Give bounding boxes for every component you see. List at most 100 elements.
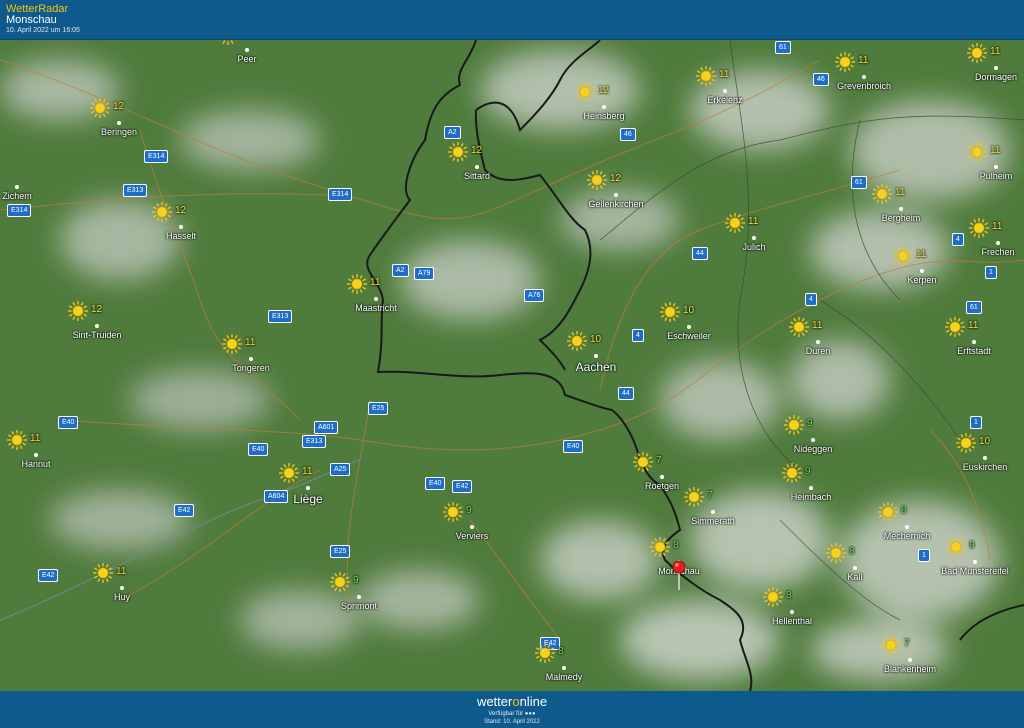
temperature-label: 8: [786, 590, 792, 601]
sun-icon: [535, 643, 555, 663]
sun-icon: [660, 302, 680, 322]
city-dot: [752, 236, 756, 240]
temperature-label: 12: [91, 304, 103, 315]
city-dot: [470, 525, 474, 529]
sun-icon: [633, 452, 653, 472]
city-dot: [357, 595, 361, 599]
city-dot: [723, 89, 727, 93]
road-badge: E40: [425, 477, 446, 490]
location-pin-icon[interactable]: [672, 560, 686, 590]
sun-icon: [725, 213, 745, 233]
sun-icon: [448, 142, 468, 162]
sun-icon: [881, 635, 901, 655]
city-name: Kerpen: [907, 275, 937, 285]
temperature-label: 11: [812, 320, 823, 331]
road-badge: 1: [985, 266, 997, 279]
sun-icon: [279, 463, 299, 483]
sun-icon: [587, 170, 607, 190]
city-dot: [972, 340, 976, 344]
sun-icon: [7, 430, 27, 450]
road-badge: 4: [952, 233, 964, 246]
temperature-label: 11: [895, 187, 906, 198]
city-name: Maastricht: [355, 303, 397, 313]
sun-icon: [969, 218, 989, 238]
road-badge: 1: [918, 549, 930, 562]
temperature-label: 10: [683, 305, 695, 316]
road-badge: A2: [392, 264, 409, 277]
city-name: Hellenthal: [771, 616, 813, 626]
city-name: Malmedy: [545, 672, 583, 682]
city-dot: [117, 121, 121, 125]
city-name: Zichem: [2, 191, 32, 201]
availability-text: Verfügbar für ●●●: [488, 711, 536, 717]
sun-icon: [956, 433, 976, 453]
city-name: Bergheim: [881, 213, 921, 223]
sun-icon: [650, 537, 670, 557]
sun-icon: [782, 463, 802, 483]
city-dot: [790, 610, 794, 614]
temperature-label: 10: [979, 436, 991, 447]
temperature-label: 11: [719, 69, 730, 80]
temperature-label: 11: [858, 55, 869, 66]
temperature-label: 11: [302, 466, 313, 477]
road-badge: E313: [302, 435, 327, 448]
city-name: Pulheim: [979, 171, 1013, 181]
temperature-label: 9: [969, 540, 975, 551]
city-name: Frechen: [981, 247, 1015, 257]
road-badge: E314: [328, 188, 353, 201]
city-dot: [374, 297, 378, 301]
temperature-label: 11: [30, 433, 41, 444]
city-dot: [34, 453, 38, 457]
road-badge: A79: [414, 267, 435, 280]
city-name: Eschweiler: [667, 331, 711, 341]
road-badge: 61: [966, 301, 982, 314]
city-name: Huy: [113, 592, 130, 602]
temperature-label: 12: [471, 145, 483, 156]
sun-icon: [789, 317, 809, 337]
platform-dots-icon: ●●●: [524, 711, 536, 717]
city-name: Duren: [805, 346, 831, 356]
city-dot: [811, 438, 815, 442]
temperature-label: 11: [990, 46, 1001, 57]
city-dot: [905, 525, 909, 529]
road-badge: E42: [452, 480, 473, 493]
city-dot: [602, 105, 606, 109]
sun-icon: [945, 317, 965, 337]
city-name: Peer: [237, 54, 257, 64]
city-dot: [120, 586, 124, 590]
road-badge: 61: [851, 176, 867, 189]
weather-map[interactable]: 61 46 A2 46 E314 E313 E314 E314 61 44 4 A2 A79 1 A76 4 6…: [0, 40, 1024, 691]
city-name: Liège: [293, 492, 323, 506]
city-dot: [853, 566, 857, 570]
temperature-label: 9: [466, 505, 472, 516]
sun-icon: [878, 502, 898, 522]
sun-icon: [826, 543, 846, 563]
temperature-label: 8: [901, 505, 907, 516]
city-dot: [899, 207, 903, 211]
sun-icon: [967, 142, 987, 162]
sun-icon: [684, 487, 704, 507]
sun-icon: [93, 563, 113, 583]
brand-logo: wetteronline: [476, 694, 548, 709]
app-header: WetterRadar Monschau 10. April 2022 um 1…: [0, 0, 1024, 40]
city-name: Hasselt: [165, 231, 196, 241]
city-name: Euskirchen: [962, 462, 1008, 472]
city-name: Blankenheim: [883, 664, 937, 674]
temperature-label: 10: [590, 334, 602, 345]
city-dot: [920, 269, 924, 273]
temperature-label: 11: [370, 277, 381, 288]
temperature-label: 11: [748, 216, 759, 227]
sun-icon: [946, 537, 966, 557]
temperature-label: 7: [656, 455, 662, 466]
temperature-label: 8: [849, 546, 855, 557]
road-badge: E313: [268, 310, 293, 323]
road-badge: E314: [144, 150, 169, 163]
sun-icon: [835, 52, 855, 72]
timestamp: 10. April 2022 um 16:05: [6, 27, 80, 34]
city-dot: [249, 357, 253, 361]
road-badge: E40: [248, 443, 269, 456]
city-dot: [973, 560, 977, 564]
city-dot: [306, 486, 310, 490]
road-badge: 1: [970, 416, 982, 429]
road-badge: E42: [38, 569, 59, 582]
